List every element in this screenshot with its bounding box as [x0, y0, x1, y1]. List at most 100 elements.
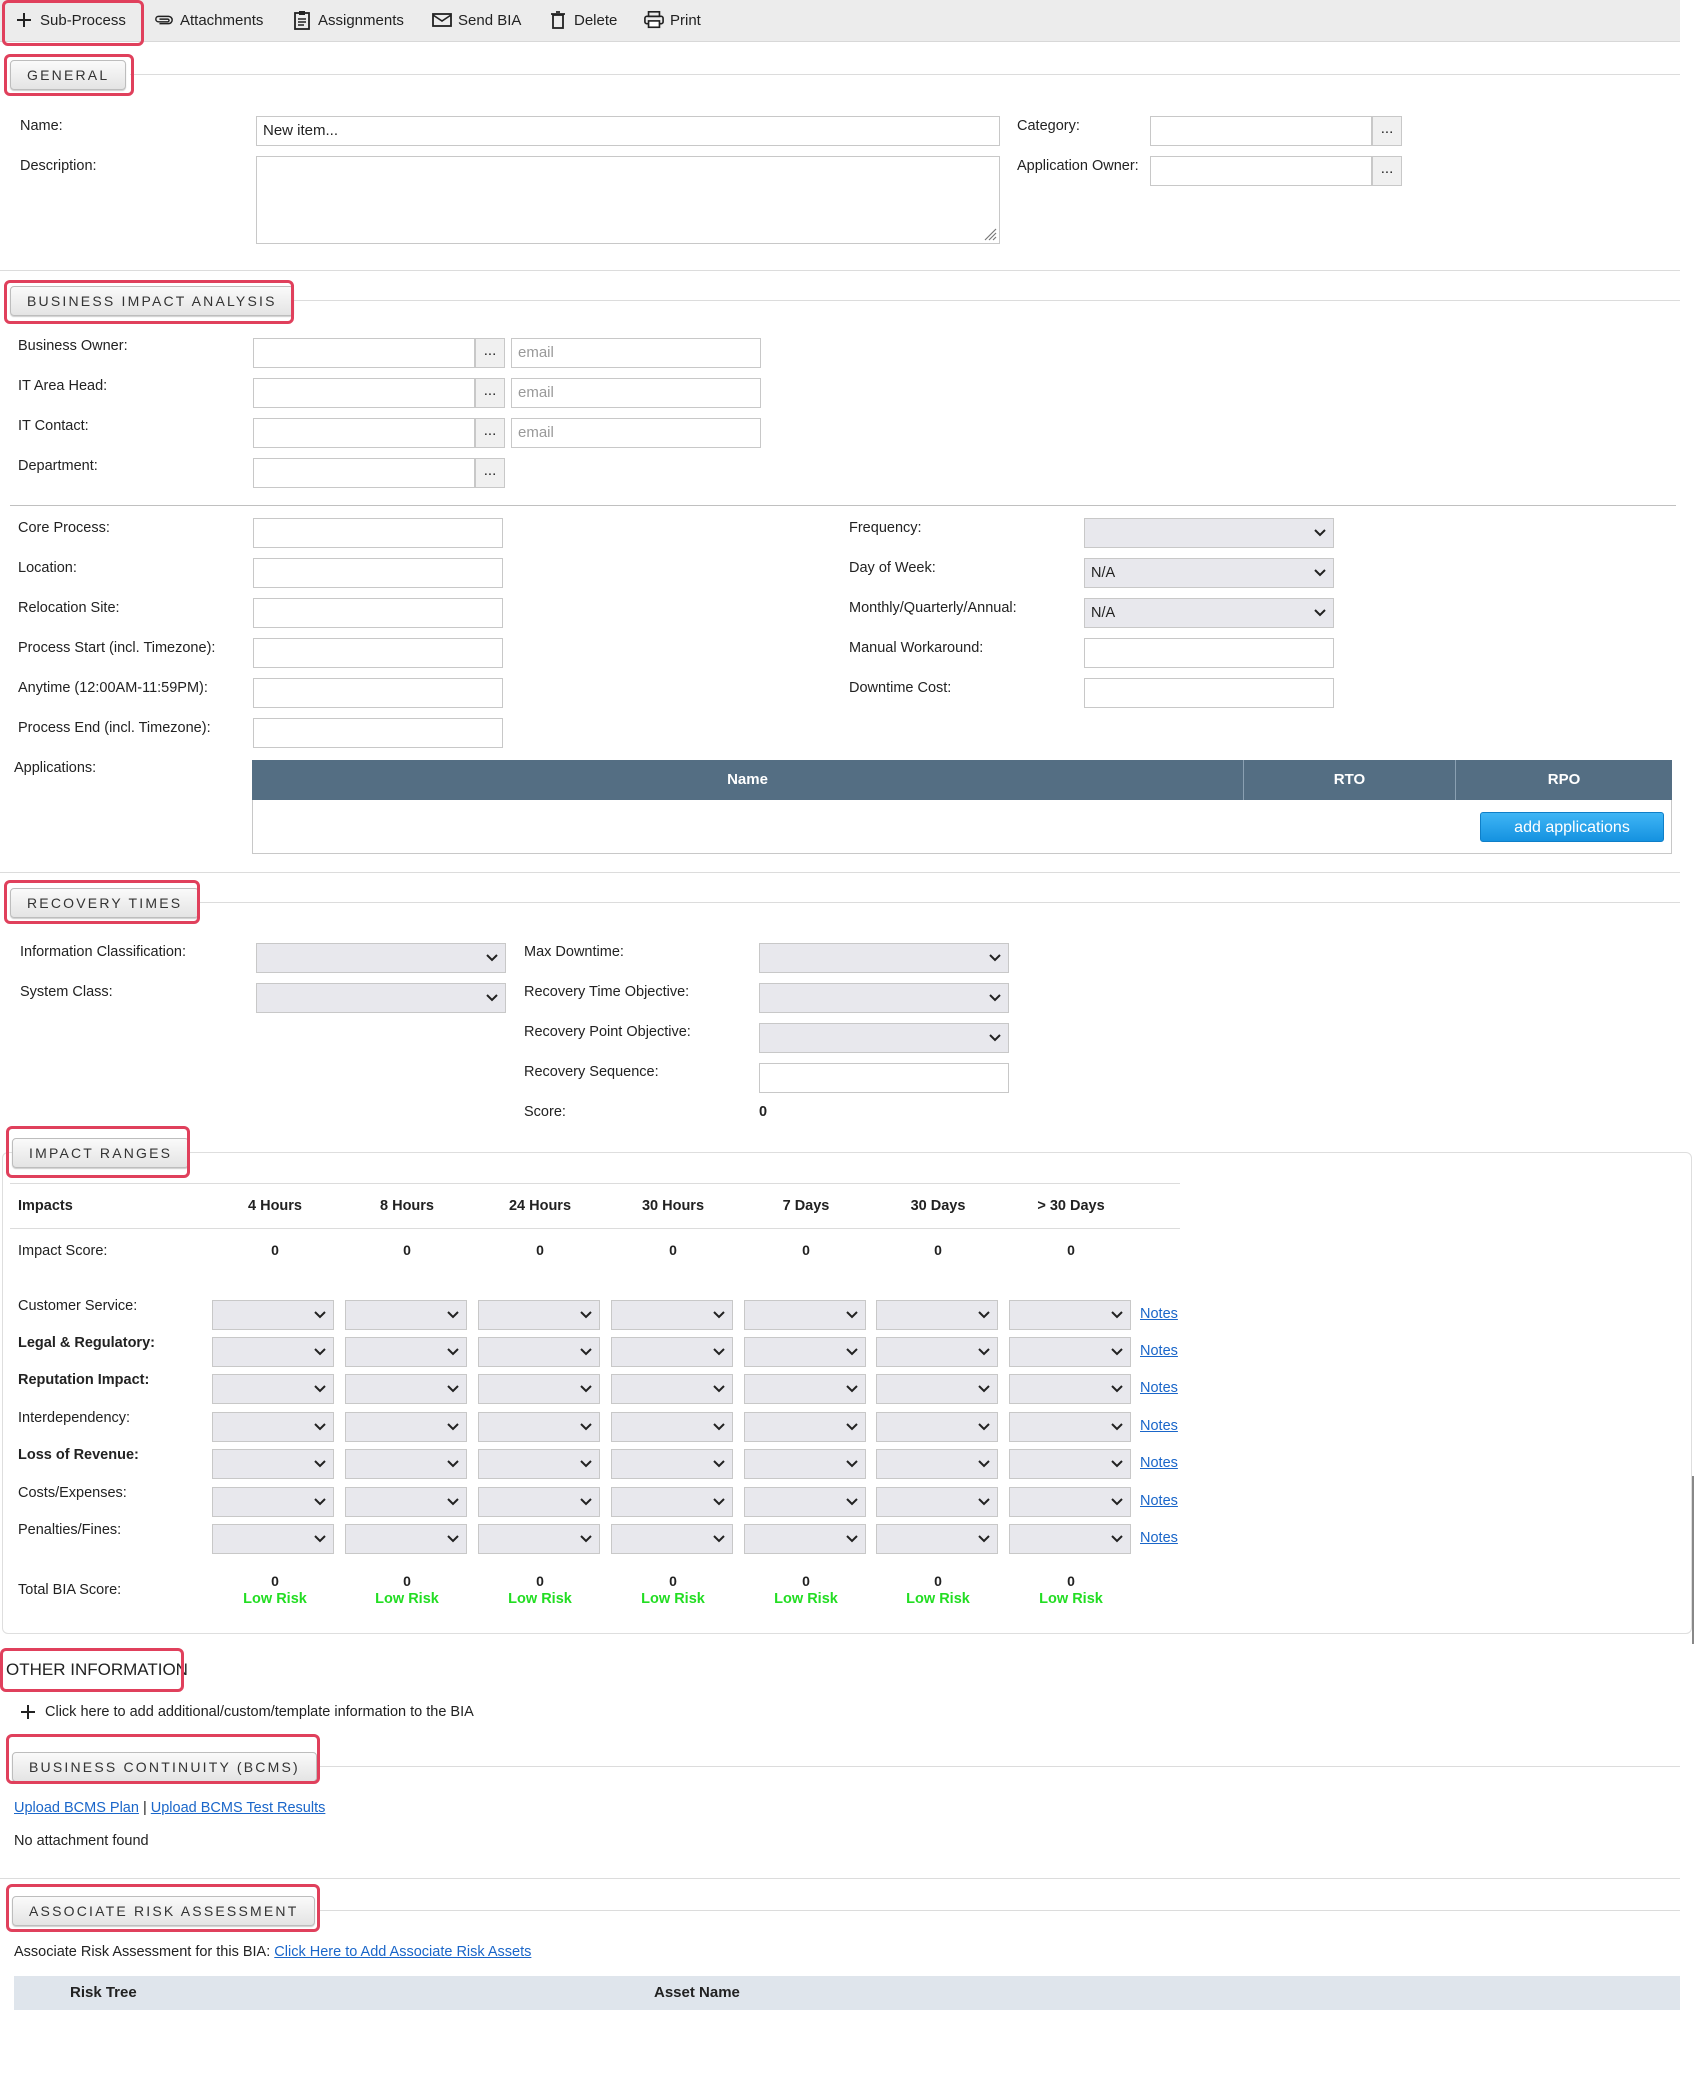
scrollbar[interactable] — [1692, 1476, 1694, 1644]
impact-level-select[interactable] — [212, 1337, 334, 1367]
name-input[interactable]: New item... — [256, 116, 1000, 146]
add-info-link[interactable]: Click here to add additional/custom/temp… — [45, 1704, 474, 1720]
impact-level-select[interactable] — [478, 1449, 600, 1479]
impact-level-select[interactable] — [212, 1487, 334, 1517]
impact-level-select[interactable] — [876, 1337, 998, 1367]
location-input[interactable] — [253, 558, 503, 588]
max-downtime-select[interactable] — [759, 943, 1009, 973]
info-class-select[interactable] — [256, 943, 506, 973]
resize-handle-icon[interactable] — [983, 227, 997, 241]
impact-level-select[interactable] — [345, 1449, 467, 1479]
impact-level-select[interactable] — [1009, 1374, 1131, 1404]
impact-level-select[interactable] — [611, 1412, 733, 1442]
it-contact-input[interactable] — [253, 418, 475, 448]
impact-level-select[interactable] — [345, 1412, 467, 1442]
business-owner-picker-button[interactable]: ... — [475, 338, 505, 368]
impact-level-select[interactable] — [611, 1337, 733, 1367]
impact-level-select[interactable] — [744, 1337, 866, 1367]
impact-level-select[interactable] — [611, 1300, 733, 1330]
impact-level-select[interactable] — [478, 1374, 600, 1404]
impact-level-select[interactable] — [876, 1449, 998, 1479]
core-process-input[interactable] — [253, 518, 503, 548]
impact-level-select[interactable] — [478, 1524, 600, 1554]
app-owner-picker-button[interactable]: ... — [1372, 156, 1402, 186]
add-applications-button[interactable]: add applications — [1480, 812, 1664, 842]
upload-bcms-plan-link[interactable]: Upload BCMS Plan — [14, 1800, 139, 1816]
impact-level-select[interactable] — [876, 1300, 998, 1330]
downtime-cost-input[interactable] — [1084, 678, 1334, 708]
impact-level-select[interactable] — [744, 1449, 866, 1479]
apps-col-rpo[interactable]: RPO — [1456, 760, 1672, 800]
apps-col-name[interactable]: Name — [252, 760, 1244, 800]
impact-level-select[interactable] — [212, 1412, 334, 1442]
impact-level-select[interactable] — [478, 1337, 600, 1367]
impact-level-select[interactable] — [212, 1374, 334, 1404]
it-contact-email[interactable]: email — [511, 418, 761, 448]
manual-workaround-input[interactable] — [1084, 638, 1334, 668]
impact-level-select[interactable] — [1009, 1412, 1131, 1442]
frequency-select[interactable] — [1084, 518, 1334, 548]
it-contact-picker-button[interactable]: ... — [475, 418, 505, 448]
business-owner-email[interactable]: email — [511, 338, 761, 368]
it-area-head-picker-button[interactable]: ... — [475, 378, 505, 408]
impact-level-select[interactable] — [744, 1412, 866, 1442]
risk-col-asset[interactable]: Asset Name — [654, 1984, 740, 2001]
notes-link[interactable]: Notes — [1140, 1418, 1178, 1434]
business-owner-input[interactable] — [253, 338, 475, 368]
rpo-select[interactable] — [759, 1023, 1009, 1053]
impact-level-select[interactable] — [212, 1524, 334, 1554]
day-of-week-select[interactable]: N/A — [1084, 558, 1334, 588]
impact-level-select[interactable] — [1009, 1524, 1131, 1554]
mqa-select[interactable]: N/A — [1084, 598, 1334, 628]
impact-level-select[interactable] — [611, 1449, 733, 1479]
impact-level-select[interactable] — [345, 1300, 467, 1330]
attachments-button[interactable]: Attachments — [154, 0, 263, 40]
impact-level-select[interactable] — [611, 1487, 733, 1517]
assignments-button[interactable]: Assignments — [292, 0, 404, 40]
impact-level-select[interactable] — [876, 1412, 998, 1442]
impact-level-select[interactable] — [744, 1524, 866, 1554]
system-class-select[interactable] — [256, 983, 506, 1013]
notes-link[interactable]: Notes — [1140, 1306, 1178, 1322]
notes-link[interactable]: Notes — [1140, 1530, 1178, 1546]
impact-level-select[interactable] — [876, 1524, 998, 1554]
delete-button[interactable]: Delete — [548, 0, 617, 40]
impact-level-select[interactable] — [345, 1337, 467, 1367]
impact-level-select[interactable] — [744, 1300, 866, 1330]
impact-level-select[interactable] — [1009, 1300, 1131, 1330]
category-picker-button[interactable]: ... — [1372, 116, 1402, 146]
relocation-site-input[interactable] — [253, 598, 503, 628]
impact-level-select[interactable] — [611, 1374, 733, 1404]
it-area-head-email[interactable]: email — [511, 378, 761, 408]
it-area-head-input[interactable] — [253, 378, 475, 408]
impact-level-select[interactable] — [1009, 1337, 1131, 1367]
send-bia-button[interactable]: Send BIA — [432, 0, 521, 40]
process-start-input[interactable] — [253, 638, 503, 668]
impact-level-select[interactable] — [212, 1449, 334, 1479]
process-end-input[interactable] — [253, 718, 503, 748]
impact-level-select[interactable] — [744, 1487, 866, 1517]
impact-level-select[interactable] — [345, 1524, 467, 1554]
app-owner-input[interactable] — [1150, 156, 1372, 186]
apps-col-rto[interactable]: RTO — [1244, 760, 1456, 800]
upload-bcms-test-link[interactable]: Upload BCMS Test Results — [151, 1800, 326, 1816]
risk-col-tree[interactable]: Risk Tree — [70, 1984, 137, 2001]
impact-level-select[interactable] — [611, 1524, 733, 1554]
impact-level-select[interactable] — [1009, 1487, 1131, 1517]
impact-level-select[interactable] — [345, 1374, 467, 1404]
impact-level-select[interactable] — [478, 1487, 600, 1517]
notes-link[interactable]: Notes — [1140, 1455, 1178, 1471]
department-picker-button[interactable]: ... — [475, 458, 505, 488]
description-textarea[interactable] — [256, 156, 1000, 244]
category-input[interactable] — [1150, 116, 1372, 146]
impact-level-select[interactable] — [212, 1300, 334, 1330]
sequence-input[interactable] — [759, 1063, 1009, 1093]
impact-level-select[interactable] — [876, 1374, 998, 1404]
anytime-input[interactable] — [253, 678, 503, 708]
notes-link[interactable]: Notes — [1140, 1380, 1178, 1396]
impact-level-select[interactable] — [478, 1412, 600, 1442]
add-info-plus-icon[interactable] — [20, 1704, 36, 1724]
impact-level-select[interactable] — [345, 1487, 467, 1517]
department-input[interactable] — [253, 458, 475, 488]
add-risk-assets-link[interactable]: Click Here to Add Associate Risk Assets — [274, 1944, 531, 1960]
